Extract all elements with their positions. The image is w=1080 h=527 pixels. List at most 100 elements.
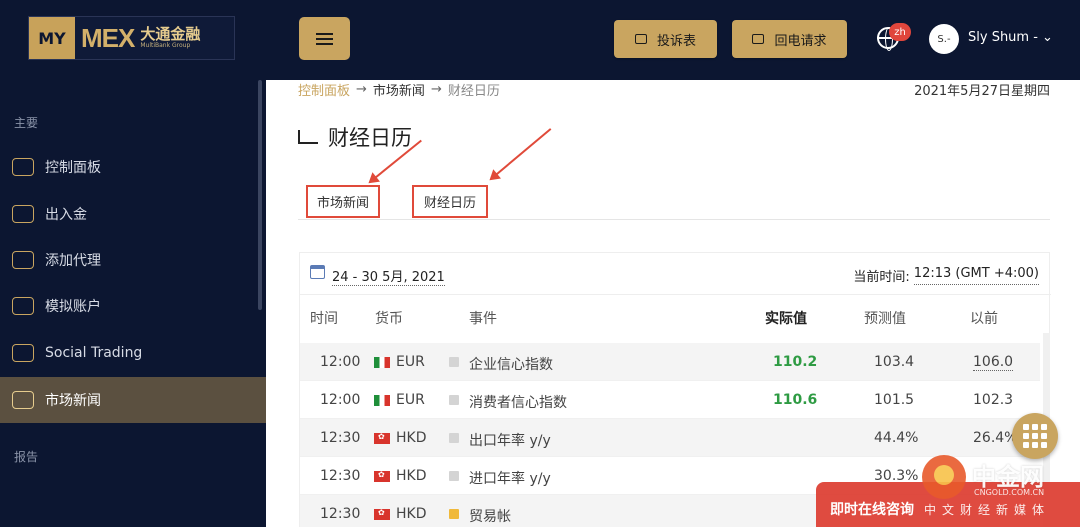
importance-icon bbox=[449, 395, 459, 405]
watermark-logo-icon bbox=[922, 455, 966, 499]
row-actual: 110.6 bbox=[773, 392, 818, 408]
date-range-picker[interactable]: 24 - 30 5月, 2021 bbox=[332, 266, 445, 286]
row-forecast: 44.4% bbox=[874, 430, 919, 446]
users-icon bbox=[12, 251, 34, 269]
table-row[interactable]: 12:30 HKD 出口年率 y/y 44.4% 26.4% bbox=[300, 419, 1040, 457]
row-actual: 110.2 bbox=[773, 354, 818, 370]
tab-economic-calendar[interactable]: 财经日历 bbox=[412, 185, 488, 218]
sidebar-item-demo-account[interactable]: 模拟账户 bbox=[0, 283, 266, 329]
breadcrumb-separator: → bbox=[430, 82, 442, 97]
annotation-arrow bbox=[490, 128, 552, 180]
breadcrumb-news[interactable]: 市场新闻 bbox=[373, 80, 425, 99]
current-time-label: 当前时间: bbox=[853, 270, 910, 285]
sidebar-item-social-trading[interactable]: Social Trading bbox=[0, 330, 266, 376]
row-event[interactable]: 贸易帐 bbox=[469, 506, 511, 526]
sidebar-item-funds[interactable]: 出入金 bbox=[0, 191, 266, 237]
dashboard-icon bbox=[12, 158, 34, 176]
watermark-url: CNGOLD.COM.CN bbox=[974, 488, 1045, 497]
row-event[interactable]: 出口年率 y/y bbox=[469, 430, 551, 450]
page-title: 财经日历 bbox=[298, 122, 412, 152]
sidebar-item-dashboard[interactable]: 控制面板 bbox=[0, 144, 266, 190]
breadcrumb-home-link[interactable]: 控制面板 bbox=[298, 80, 350, 99]
area-chart-icon bbox=[298, 130, 318, 144]
importance-icon bbox=[449, 433, 459, 443]
row-forecast: 101.5 bbox=[874, 392, 915, 408]
column-previous: 以前 bbox=[970, 311, 998, 327]
callback-label: 回电请求 bbox=[774, 33, 827, 49]
logo-cn-text: 大通金融 bbox=[140, 25, 201, 43]
newspaper-icon bbox=[12, 391, 34, 409]
watermark-subtitle: 中文财经新媒体 bbox=[924, 503, 1051, 517]
logo-my: MY bbox=[29, 17, 75, 59]
sidebar: 主要 控制面板 出入金 添加代理 模拟账户 Social Trading 市场新… bbox=[0, 80, 266, 527]
row-forecast: 103.4 bbox=[874, 354, 915, 370]
tab-market-news[interactable]: 市场新闻 bbox=[306, 185, 380, 218]
row-currency: HKD bbox=[396, 468, 427, 484]
money-bag-icon bbox=[12, 205, 34, 223]
language-badge[interactable]: zh bbox=[889, 23, 911, 41]
calendar-toolbar: 24 - 30 5月, 2021 当前时间: 12:13 (GMT +4:00) bbox=[300, 253, 1051, 295]
message-icon bbox=[634, 34, 647, 44]
row-event[interactable]: 企业信心指数 bbox=[469, 354, 553, 374]
sidebar-item-label: Social Trading bbox=[45, 345, 143, 361]
sidebar-item-label: 控制面板 bbox=[45, 160, 101, 176]
importance-icon bbox=[449, 471, 459, 481]
brand-logo[interactable]: MY MEX 大通金融 MultiBank Group bbox=[28, 16, 235, 60]
watermark-title: 中金网 bbox=[972, 463, 1044, 491]
flag-it-icon bbox=[374, 357, 390, 368]
logo-cn: 大通金融 MultiBank Group bbox=[134, 17, 200, 59]
row-event[interactable]: 进口年率 y/y bbox=[469, 468, 551, 488]
importance-icon bbox=[449, 509, 459, 519]
table-header: 时间 货币 事件 实际值 预测值 以前 bbox=[300, 295, 1051, 337]
breadcrumb-separator: → bbox=[356, 82, 367, 97]
row-currency: EUR bbox=[396, 354, 425, 370]
calendar-icon[interactable] bbox=[310, 265, 325, 279]
table-row[interactable]: 12:00 EUR 消费者信心指数 110.6 101.5 102.3 bbox=[300, 381, 1040, 419]
column-forecast: 预测值 bbox=[864, 311, 906, 327]
top-header: MY MEX 大通金融 MultiBank Group 投诉表 回电请求 zh … bbox=[0, 0, 1080, 80]
row-currency: HKD bbox=[396, 430, 427, 446]
logo-en-text: MultiBank Group bbox=[140, 42, 191, 49]
row-currency: HKD bbox=[396, 506, 427, 522]
importance-icon bbox=[449, 357, 459, 367]
page-title-text: 财经日历 bbox=[328, 126, 412, 150]
column-currency: 货币 bbox=[375, 311, 403, 327]
row-event[interactable]: 消费者信心指数 bbox=[469, 392, 567, 412]
sidebar-item-market-news[interactable]: 市场新闻 bbox=[0, 377, 266, 423]
column-time: 时间 bbox=[310, 311, 338, 327]
logo-mex: MEX bbox=[81, 22, 135, 53]
flag-hk-icon bbox=[374, 432, 390, 444]
complaint-label: 投诉表 bbox=[656, 33, 696, 49]
avatar[interactable]: S.- bbox=[929, 24, 959, 54]
apps-grid-button[interactable] bbox=[1012, 413, 1058, 459]
callback-icon bbox=[752, 34, 765, 44]
breadcrumb-current: 财经日历 bbox=[447, 84, 500, 99]
user-menu[interactable]: Sly Shum - ⌄ bbox=[968, 30, 1053, 45]
timezone-selector[interactable]: 12:13 (GMT +4:00) bbox=[913, 266, 1039, 285]
row-time: 12:00 bbox=[320, 392, 361, 408]
chart-account-icon bbox=[12, 297, 34, 315]
flag-hk-icon bbox=[374, 470, 390, 482]
breadcrumb: 控制面板 → 市场新闻 → 财经日历 bbox=[298, 80, 500, 99]
sidebar-item-label: 添加代理 bbox=[45, 253, 101, 269]
hamburger-icon bbox=[316, 32, 333, 35]
sidebar-section-main: 主要 bbox=[14, 116, 39, 130]
current-date: 2021年5月27日星期四 bbox=[914, 84, 1050, 99]
sidebar-item-add-agent[interactable]: 添加代理 bbox=[0, 237, 266, 283]
complaint-button[interactable]: 投诉表 bbox=[614, 20, 717, 58]
row-currency: EUR bbox=[396, 392, 425, 408]
callback-request-button[interactable]: 回电请求 bbox=[732, 20, 847, 58]
row-time: 12:30 bbox=[320, 430, 361, 446]
hamburger-menu-button[interactable] bbox=[299, 17, 350, 60]
row-time: 12:00 bbox=[320, 354, 361, 370]
row-previous: 26.4% bbox=[973, 430, 1018, 446]
table-row[interactable]: 12:00 EUR 企业信心指数 110.2 103.4 106.0 bbox=[300, 343, 1040, 381]
row-previous: 102.3 bbox=[973, 392, 1014, 408]
sidebar-item-label: 出入金 bbox=[45, 207, 87, 223]
current-time: 当前时间: 12:13 (GMT +4:00) bbox=[853, 266, 1039, 285]
sidebar-item-label: 模拟账户 bbox=[45, 299, 101, 315]
tab-bar: 市场新闻 财经日历 bbox=[298, 185, 1050, 220]
flag-hk-icon bbox=[374, 508, 390, 520]
sidebar-item-label: 市场新闻 bbox=[45, 393, 101, 409]
social-icon bbox=[12, 344, 34, 362]
